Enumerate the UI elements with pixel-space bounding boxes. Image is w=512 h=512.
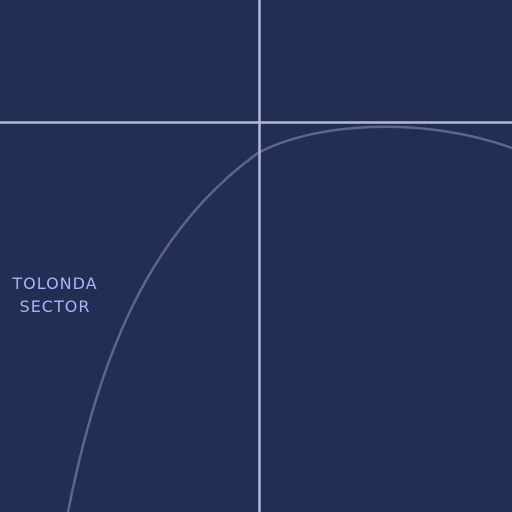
sector-label: TOLONDA SECTOR: [0, 272, 110, 318]
sector-label-line-2: SECTOR: [19, 297, 91, 316]
map-background: [0, 0, 512, 512]
map-layer: [0, 0, 512, 512]
sector-label-line-1: TOLONDA: [12, 274, 98, 293]
map-canvas[interactable]: TOLONDA SECTOR: [0, 0, 512, 512]
